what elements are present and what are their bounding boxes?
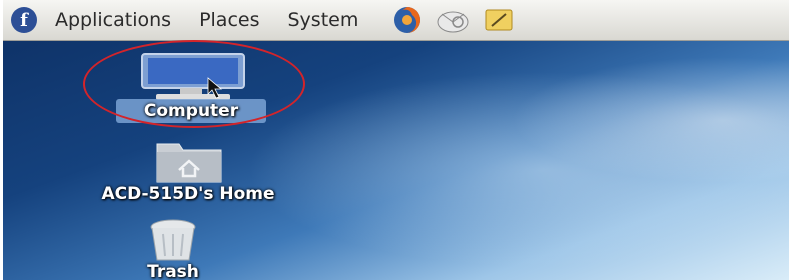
home-folder-icon [156,143,222,183]
desktop-screen: f Applications Places System Computer AC… [3,0,789,280]
top-panel: f Applications Places System [3,0,789,41]
desktop-icon-label-trash[interactable]: Trash [113,262,233,280]
trash-icon [150,219,196,261]
menu-system[interactable]: System [273,9,372,31]
fedora-logo-icon[interactable]: f [11,7,37,33]
firefox-icon[interactable] [390,5,424,35]
desktop-icon-label-home[interactable]: ACD-515D's Home [43,184,333,204]
annotation-circle [83,40,305,128]
desktop-icon-home[interactable]: ACD-515D's Home [43,138,333,204]
menu-applications[interactable]: Applications [41,9,185,31]
menu-places[interactable]: Places [185,9,273,31]
notes-icon[interactable] [482,5,516,35]
mail-icon[interactable] [436,5,470,35]
desktop-icon-trash[interactable]: Trash [113,218,233,280]
